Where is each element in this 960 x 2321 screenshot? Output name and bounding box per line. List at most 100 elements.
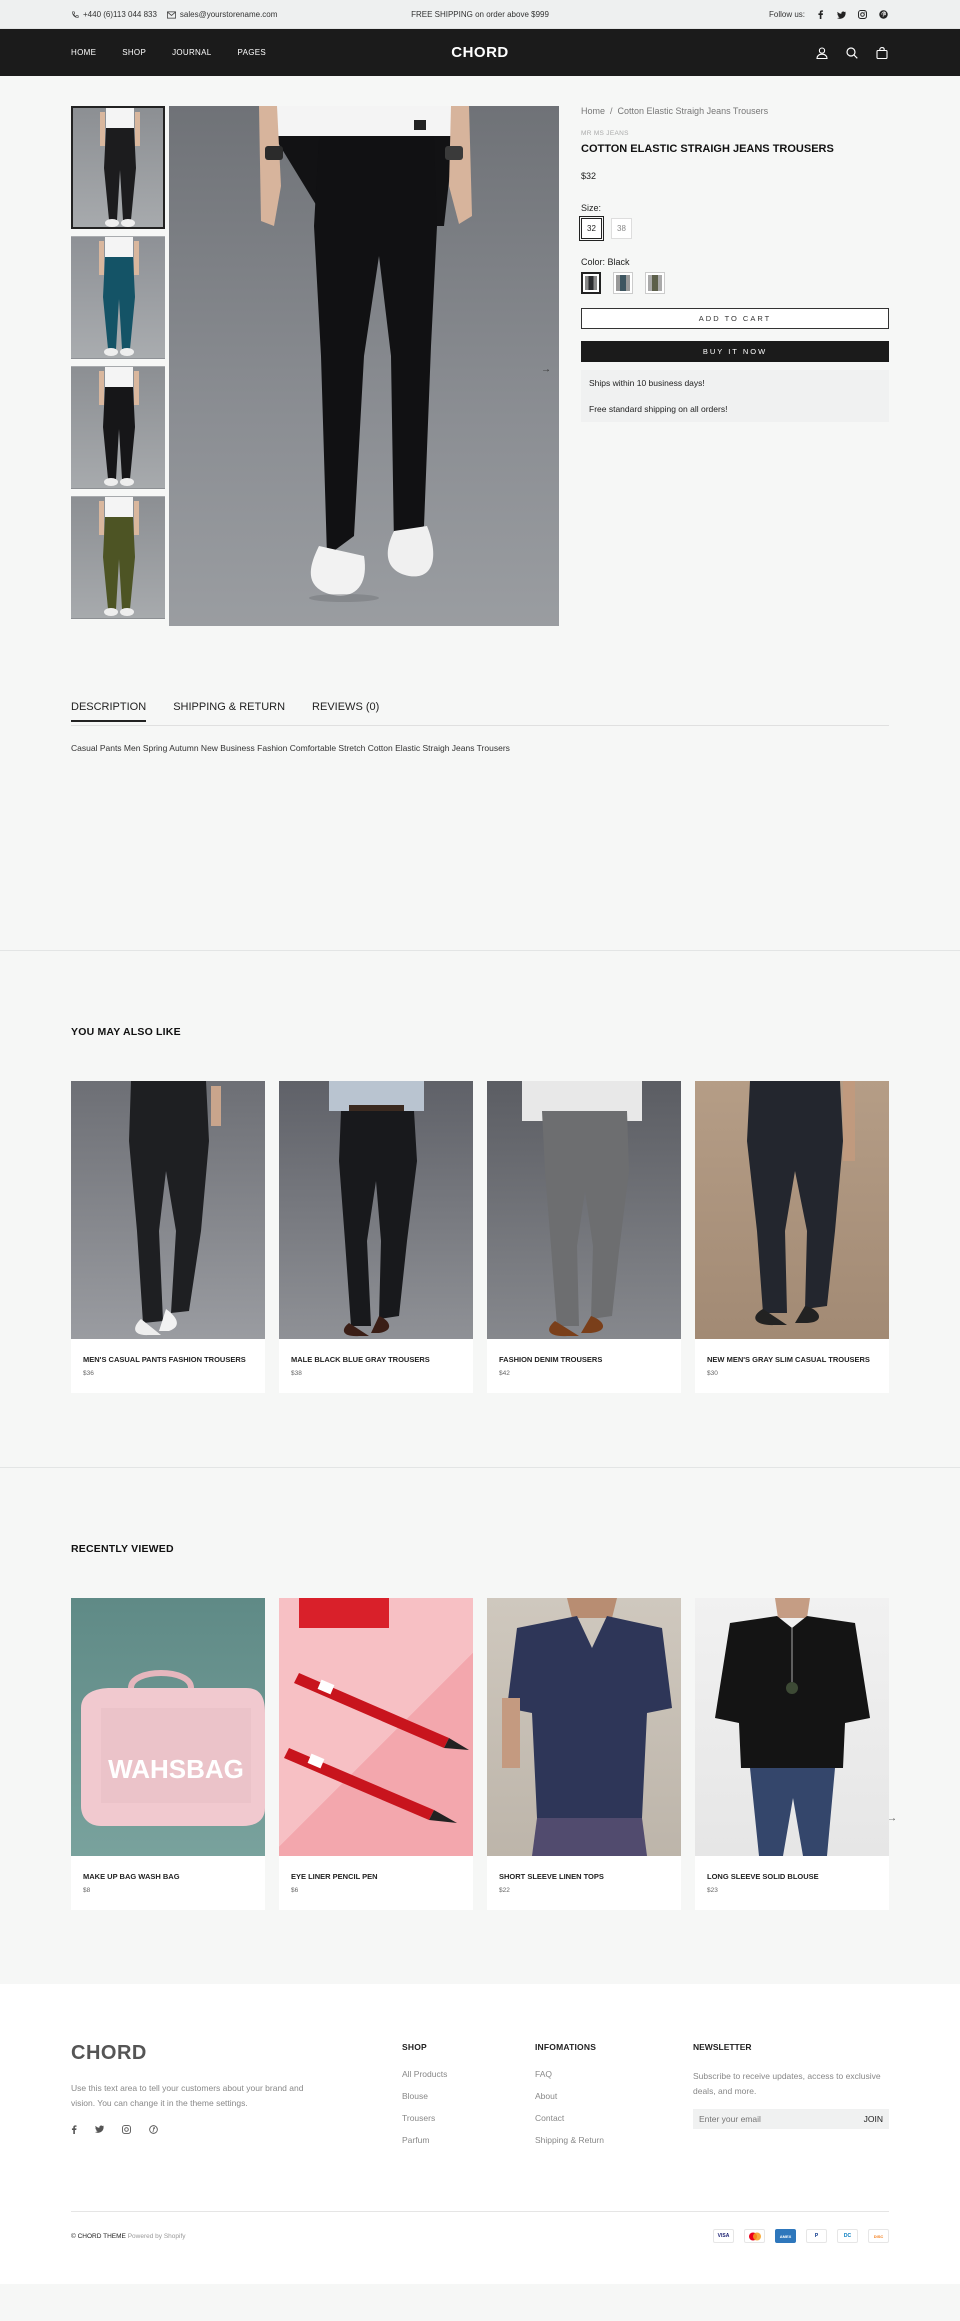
product-card-name[interactable]: MALE BLACK BLUE GRAY TROUSERS xyxy=(291,1355,473,1364)
cart-icon[interactable] xyxy=(875,46,889,60)
size-option-32[interactable]: 32 xyxy=(579,216,604,241)
main-product-image[interactable]: → xyxy=(169,106,559,626)
thumbnail-2[interactable] xyxy=(71,236,165,359)
product-card-image[interactable] xyxy=(695,1081,889,1339)
powered-by-link[interactable]: Powered by Shopify xyxy=(128,2233,186,2240)
product-card-name[interactable]: NEW MEN'S GRAY SLIM CASUAL TROUSERS xyxy=(707,1355,889,1364)
color-label: Color: Black xyxy=(581,257,630,267)
site-logo[interactable]: CHORD xyxy=(401,44,559,61)
product-card-price: $6 xyxy=(291,1887,299,1894)
product-card[interactable]: WAHSBAG MAKE UP BAG WASH BAG $8 xyxy=(71,1598,265,1910)
size-label: Size: xyxy=(581,203,602,213)
color-swatch-black[interactable] xyxy=(581,272,601,294)
main-nav: HOME SHOP JOURNAL PAGES xyxy=(71,48,401,57)
next-image-arrow-icon[interactable]: → xyxy=(541,364,551,375)
product-card-price: $30 xyxy=(707,1370,718,1377)
thumbnail-3[interactable] xyxy=(71,366,165,489)
carousel-next-arrow-icon[interactable]: → xyxy=(887,1813,897,1824)
product-card-name[interactable]: LONG SLEEVE SOLID BLOUSE xyxy=(707,1872,889,1881)
twitter-icon[interactable] xyxy=(95,2125,104,2137)
footer-link-parfum[interactable]: Parfum xyxy=(402,2135,535,2145)
size-option-38[interactable]: 38 xyxy=(611,218,632,239)
product-card[interactable]: LONG SLEEVE SOLID BLOUSE $23 xyxy=(695,1598,889,1910)
discover-icon: DISC xyxy=(868,2229,889,2243)
product-card-name[interactable]: EYE LINER PENCIL PEN xyxy=(291,1872,473,1881)
free-shipping-notice: Free standard shipping on all orders! xyxy=(581,396,889,422)
breadcrumb-home[interactable]: Home xyxy=(581,106,605,116)
footer-link-about[interactable]: About xyxy=(535,2091,693,2101)
footer-link-trousers[interactable]: Trousers xyxy=(402,2113,535,2123)
newsletter-email-input[interactable] xyxy=(699,2114,839,2124)
product-card-name[interactable]: MEN'S CASUAL PANTS FASHION TROUSERS xyxy=(83,1355,265,1364)
facebook-icon[interactable] xyxy=(815,9,826,20)
payment-icons: VISA AMEX P DC DISC xyxy=(713,2229,889,2243)
product-card-image[interactable] xyxy=(279,1081,473,1339)
thumbnail-list[interactable] xyxy=(71,106,165,626)
product-section: → Home / Cotton Elastic Straigh Jeans Trou… xyxy=(71,76,889,701)
newsletter-join-button[interactable]: JOIN xyxy=(864,2114,883,2124)
nav-journal[interactable]: JOURNAL xyxy=(172,48,211,57)
facebook-icon[interactable] xyxy=(71,2125,77,2137)
footer-link-blouse[interactable]: Blouse xyxy=(402,2091,535,2101)
twitter-icon[interactable] xyxy=(836,9,847,20)
tab-shipping-return[interactable]: SHIPPING & RETURN xyxy=(173,701,285,720)
thumbnail-4[interactable] xyxy=(71,496,165,619)
product-card[interactable]: SHORT SLEEVE LINEN TOPS $22 xyxy=(487,1598,681,1910)
search-icon[interactable] xyxy=(845,46,859,60)
phone-link[interactable]: +440 (6)113 044 833 xyxy=(71,10,157,19)
nav-shop[interactable]: SHOP xyxy=(122,48,146,57)
recently-viewed-section: RECENTLY VIEWED WAHSBAG MAKE UP BAG WASH… xyxy=(0,1468,960,1984)
phone-icon xyxy=(72,10,79,18)
tab-reviews[interactable]: REVIEWS (0) xyxy=(312,701,379,720)
follow-label: Follow us: xyxy=(768,10,805,19)
pinterest-icon[interactable] xyxy=(878,9,889,20)
site-footer: CHORD Use this text area to tell your cu… xyxy=(0,1984,960,2284)
product-card-image[interactable] xyxy=(695,1598,889,1856)
diners-icon: DC xyxy=(837,2229,858,2243)
product-card-image[interactable]: WAHSBAG xyxy=(71,1598,265,1856)
product-card-image[interactable] xyxy=(487,1081,681,1339)
buy-now-button[interactable]: BUY IT NOW xyxy=(581,341,889,362)
footer-about-text: Use this text area to tell your customer… xyxy=(71,2083,304,2108)
phone-number: +440 (6)113 044 833 xyxy=(83,10,157,19)
product-card-image[interactable] xyxy=(279,1598,473,1856)
product-card[interactable]: EYE LINER PENCIL PEN $6 xyxy=(279,1598,473,1910)
email-address: sales@yourstorename.com xyxy=(179,10,278,19)
copyright: © CHORD THEME Powered by Shopify xyxy=(71,2233,186,2240)
product-vendor[interactable]: MR MS JEANS xyxy=(581,130,889,137)
color-swatch-teal[interactable] xyxy=(613,272,633,294)
account-icon[interactable] xyxy=(815,46,829,60)
amex-icon: AMEX xyxy=(775,2229,796,2243)
product-card[interactable]: MEN'S CASUAL PANTS FASHION TROUSERS $36 xyxy=(71,1081,265,1393)
visa-icon: VISA xyxy=(713,2229,734,2243)
thumbnail-1[interactable] xyxy=(71,106,165,229)
product-card-image[interactable] xyxy=(71,1081,265,1339)
nav-pages[interactable]: PAGES xyxy=(238,48,266,57)
mastercard-icon xyxy=(744,2229,765,2243)
email-link[interactable]: sales@yourstorename.com xyxy=(166,10,278,19)
product-card[interactable]: NEW MEN'S GRAY SLIM CASUAL TROUSERS $30 xyxy=(695,1081,889,1393)
breadcrumb: Home / Cotton Elastic Straigh Jeans Trouse… xyxy=(581,106,889,116)
pinterest-icon[interactable] xyxy=(149,2125,158,2137)
product-card-name[interactable]: FASHION DENIM TROUSERS xyxy=(499,1355,681,1364)
footer-logo[interactable]: CHORD xyxy=(71,2042,402,2065)
product-tabs-section: DESCRIPTION SHIPPING & RETURN REVIEWS (0… xyxy=(0,701,960,951)
product-card-name[interactable]: SHORT SLEEVE LINEN TOPS xyxy=(499,1872,681,1881)
product-card-name[interactable]: MAKE UP BAG WASH BAG xyxy=(83,1872,265,1881)
nav-home[interactable]: HOME xyxy=(71,48,96,57)
footer-link-all-products[interactable]: All Products xyxy=(402,2069,535,2079)
footer-link-faq[interactable]: FAQ xyxy=(535,2069,693,2079)
product-card[interactable]: MALE BLACK BLUE GRAY TROUSERS $38 xyxy=(279,1081,473,1393)
instagram-icon[interactable] xyxy=(857,9,868,20)
product-card-price: $8 xyxy=(83,1887,91,1894)
product-card[interactable]: FASHION DENIM TROUSERS $42 xyxy=(487,1081,681,1393)
site-header: HOME SHOP JOURNAL PAGES CHORD xyxy=(0,29,960,76)
footer-link-shipping-return[interactable]: Shipping & Return xyxy=(535,2135,693,2145)
color-swatch-olive[interactable] xyxy=(645,272,665,294)
footer-link-contact[interactable]: Contact xyxy=(535,2113,693,2123)
footer-info-title: INFOMATIONS xyxy=(535,2042,597,2052)
instagram-icon[interactable] xyxy=(122,2125,131,2137)
add-to-cart-button[interactable]: ADD TO CART xyxy=(581,308,889,329)
product-card-image[interactable] xyxy=(487,1598,681,1856)
tab-description[interactable]: DESCRIPTION xyxy=(71,701,147,722)
